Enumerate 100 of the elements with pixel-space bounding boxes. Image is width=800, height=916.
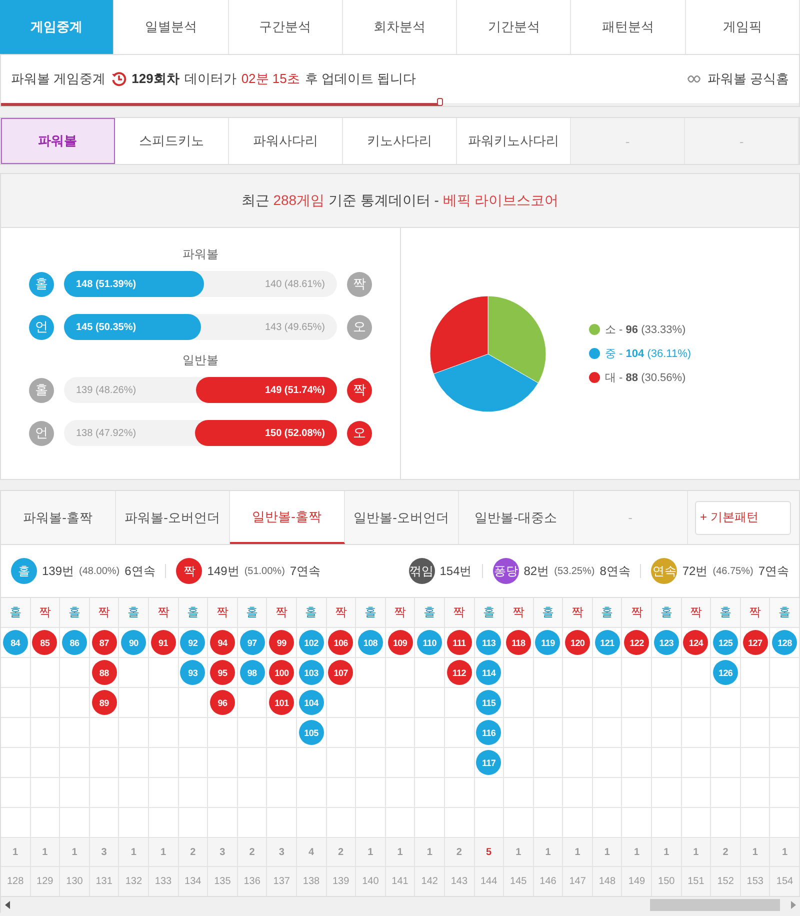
round-ball: 105 <box>298 720 324 745</box>
round-number: 129회차 <box>132 70 180 88</box>
round-ball: 109 <box>388 630 413 655</box>
count-text: 72번 <box>682 562 708 580</box>
scroll-left-icon[interactable] <box>5 901 11 909</box>
tab[interactable]: 게임픽 <box>686 0 800 54</box>
round-ball: 100 <box>269 660 294 685</box>
group-title: 일반볼 <box>182 352 218 369</box>
label-circle: 언 <box>29 420 54 446</box>
round-ball: 114 <box>476 660 502 685</box>
tab[interactable]: 일반볼-홀짝 <box>230 491 344 544</box>
result-label: 짝 <box>622 598 652 628</box>
round-ball: 92 <box>180 630 206 655</box>
round-ball: 124 <box>683 630 708 655</box>
count-text: 139 (48.26%) <box>76 384 136 398</box>
round-ball: 89 <box>92 690 117 715</box>
result-label: 홀 <box>356 598 385 628</box>
round-number: 152 <box>711 867 740 896</box>
round-number: 143 <box>444 867 474 896</box>
tab[interactable]: 키노사다리 <box>343 118 457 164</box>
result-label: 홀 <box>415 598 444 628</box>
count-text: 140 (48.61%) <box>264 278 325 292</box>
basic-pattern-button[interactable]: + 기본패턴 <box>695 500 791 534</box>
streak-count: 1 <box>356 838 385 867</box>
round-number: 150 <box>652 867 681 896</box>
count-text: 149 (51.74%) <box>264 384 325 398</box>
result-label: 짝 <box>267 598 296 628</box>
round-ball: 93 <box>180 660 206 685</box>
round-ball: 101 <box>269 690 294 715</box>
round-ball: 116 <box>476 720 502 745</box>
round-ball: 123 <box>654 630 679 655</box>
round-ball: 96 <box>210 690 235 715</box>
round-ball: 117 <box>476 750 502 775</box>
badge: 연속 <box>651 558 678 584</box>
round-ball: 102 <box>298 630 324 655</box>
label-circle: 오 <box>347 420 372 446</box>
legend-label: 중 - 104 (36.11%) <box>605 347 692 361</box>
power-logo-icon <box>686 73 702 85</box>
round-number: 134 <box>178 867 208 896</box>
round-number: 153 <box>740 867 770 896</box>
count-text: 145 (50.35%) <box>76 320 136 334</box>
round-number: 149 <box>622 867 652 896</box>
tab[interactable]: 파워사다리 <box>229 118 343 164</box>
label-circle: 짝 <box>347 272 372 296</box>
round-ball: 110 <box>417 630 442 655</box>
tab[interactable]: 파워볼-홀짝 <box>1 491 116 544</box>
streak-count: 1 <box>386 838 414 867</box>
round-number: 139 <box>326 867 356 896</box>
legend-label: 소 - 96 (33.33%) <box>605 323 686 337</box>
tab[interactable]: 일반볼-대중소 <box>459 491 574 544</box>
percent-text: (46.75%) <box>712 566 754 576</box>
count-text: 150 (52.08%) <box>264 426 325 440</box>
streak-count: 1 <box>504 838 533 867</box>
streak-count: 1 <box>652 838 681 867</box>
streak-count: 1 <box>592 838 622 867</box>
streak-count: 2 <box>238 838 266 867</box>
legend-label: 대 - 88 (30.56%) <box>605 371 686 385</box>
round-ball: 95 <box>210 660 235 685</box>
streak-text: 6연속 <box>124 562 156 580</box>
round-number: 128 <box>1 867 30 896</box>
round-number: 142 <box>415 867 444 896</box>
round-number: 151 <box>682 867 710 896</box>
streak-count: 1 <box>1 838 30 867</box>
result-label: 짝 <box>563 598 592 628</box>
tab[interactable]: 일반볼-오버언더 <box>344 491 459 544</box>
streak-count: 1 <box>770 838 800 867</box>
round-ball: 125 <box>713 630 738 655</box>
scroll-right-icon[interactable] <box>790 901 796 909</box>
round-ball: 97 <box>240 630 265 655</box>
count-text: 148 (51.39%) <box>76 278 136 292</box>
tab[interactable]: 스피드키노 <box>115 118 229 164</box>
round-ball: 107 <box>328 660 354 685</box>
tab[interactable]: 파워볼 <box>1 118 115 164</box>
round-ball: 98 <box>240 660 265 685</box>
scrollbar-thumb[interactable] <box>650 899 780 911</box>
percent-text: (51.00%) <box>244 566 285 576</box>
count-text: 138 (47.92%) <box>76 426 136 440</box>
round-ball: 103 <box>298 660 324 685</box>
streak-count: 1 <box>30 838 60 867</box>
streak-count: 2 <box>711 838 740 867</box>
round-ball: 111 <box>446 630 472 655</box>
result-label: 짝 <box>740 598 770 628</box>
tab[interactable]: 구간분석 <box>228 0 343 54</box>
streak-count: 1 <box>682 838 710 867</box>
label-circle: 오 <box>347 314 372 340</box>
round-ball: 120 <box>565 630 590 655</box>
round-ball: 119 <box>535 630 560 655</box>
result-label: 홀 <box>119 598 148 628</box>
streak-count: 1 <box>148 838 178 867</box>
label-circle: 홀 <box>29 272 54 296</box>
horizontal-scrollbar[interactable] <box>1 896 800 913</box>
streak-count: 1 <box>622 838 652 867</box>
result-label: 짝 <box>386 598 414 628</box>
official-site-link[interactable]: 파워볼 공식홈 <box>686 70 789 88</box>
streak-count: 1 <box>119 838 148 867</box>
round-number: 131 <box>90 867 118 896</box>
percent-text: (48.00%) <box>79 566 120 576</box>
round-ball: 85 <box>32 630 58 655</box>
streak-count: 1 <box>60 838 89 867</box>
streak-count: 1 <box>415 838 444 867</box>
